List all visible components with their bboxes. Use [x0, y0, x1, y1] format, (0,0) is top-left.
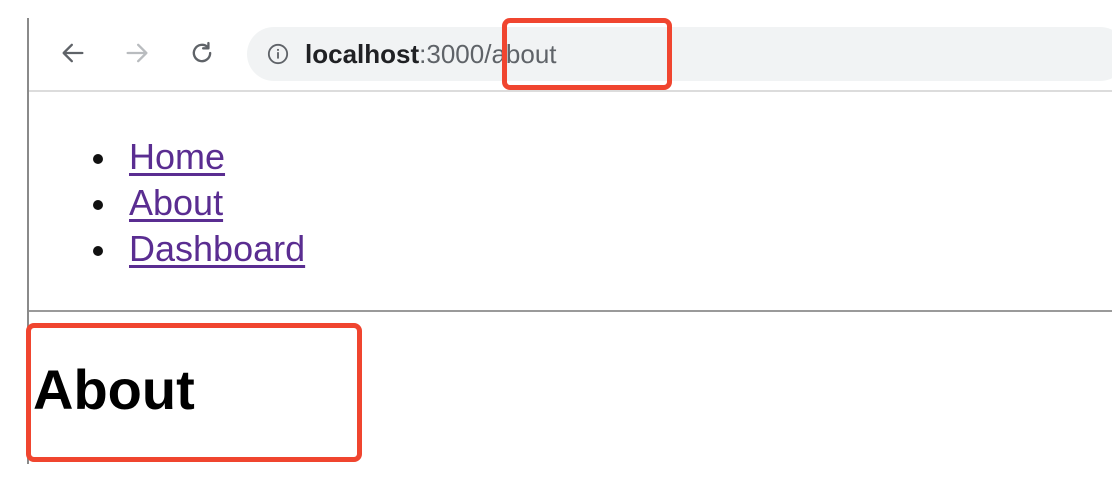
home-link[interactable]: Home: [129, 136, 225, 177]
url-port: :3000: [419, 38, 485, 69]
nav-link-list: Home About Dashboard: [29, 134, 305, 272]
list-item: Dashboard: [29, 226, 305, 272]
info-circle-icon[interactable]: [267, 43, 289, 65]
page-title: About: [33, 358, 195, 421]
forward-button[interactable]: [119, 35, 155, 71]
about-link[interactable]: About: [129, 182, 223, 223]
divider: [29, 310, 1112, 312]
url-path: /about: [484, 38, 557, 69]
arrow-right-icon: [126, 43, 148, 63]
address-bar[interactable]: localhost:3000/about: [247, 27, 1112, 81]
browser-toolbar: localhost:3000/about: [29, 18, 1112, 92]
address-bar-url: localhost:3000/about: [305, 39, 557, 70]
back-button[interactable]: [55, 35, 91, 71]
list-item: Home: [29, 134, 305, 180]
url-host: localhost: [305, 38, 420, 69]
browser-window: localhost:3000/about Home About Dashboar…: [27, 18, 1112, 464]
arrow-left-icon: [62, 43, 84, 63]
dashboard-link[interactable]: Dashboard: [129, 228, 305, 269]
reload-button[interactable]: [184, 35, 220, 71]
list-item: About: [29, 180, 305, 226]
reload-icon: [192, 41, 212, 63]
